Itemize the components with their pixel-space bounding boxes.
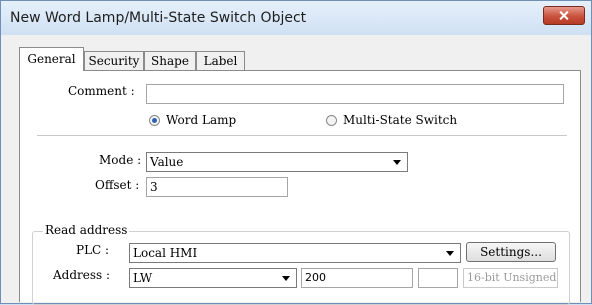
- address-index-input[interactable]: [418, 268, 458, 288]
- dialog-body: General Security Shape Label Comment : W…: [9, 35, 583, 305]
- close-icon[interactable]: [543, 6, 585, 25]
- mode-select[interactable]: Value: [146, 152, 408, 172]
- offset-label: Offset :: [95, 178, 140, 192]
- word-lamp-label[interactable]: Word Lamp: [166, 113, 236, 127]
- separator: [37, 135, 567, 136]
- tab-general[interactable]: General: [19, 47, 84, 71]
- chevron-down-icon: [393, 160, 401, 165]
- general-panel: Comment : Word Lamp Multi-State Switch M…: [19, 70, 581, 305]
- window-title: New Word Lamp/Multi-State Switch Object: [10, 10, 307, 26]
- read-address-group: Read address PLC : Local HMI Settings...…: [32, 223, 570, 305]
- comment-label: Comment :: [68, 84, 135, 98]
- plc-value: Local HMI: [133, 246, 198, 260]
- address-label: Address :: [53, 268, 111, 282]
- tab-shape[interactable]: Shape: [144, 51, 196, 70]
- tab-security[interactable]: Security: [84, 51, 144, 70]
- plc-label: PLC :: [76, 243, 110, 257]
- chevron-down-icon: [446, 251, 454, 256]
- multi-state-switch-label[interactable]: Multi-State Switch: [343, 113, 457, 127]
- title-bar: New Word Lamp/Multi-State Switch Object: [1, 1, 591, 35]
- mode-label: Mode :: [99, 153, 142, 167]
- word-lamp-radio[interactable]: [149, 115, 160, 126]
- offset-input[interactable]: 3: [146, 177, 288, 197]
- chevron-down-icon: [282, 276, 290, 281]
- address-device-select[interactable]: LW: [129, 268, 297, 288]
- comment-input[interactable]: [146, 84, 564, 104]
- address-value-input[interactable]: 200: [301, 268, 413, 288]
- tab-label[interactable]: Label: [196, 51, 245, 70]
- address-device-value: LW: [133, 271, 153, 285]
- multi-state-switch-radio[interactable]: [326, 115, 337, 126]
- mode-value: Value: [150, 155, 184, 169]
- dialog-window: New Word Lamp/Multi-State Switch Object …: [0, 0, 592, 305]
- data-format-field: 16-bit Unsigned: [463, 268, 558, 288]
- settings-button[interactable]: Settings...: [466, 242, 556, 262]
- read-address-legend: Read address: [43, 223, 130, 237]
- plc-select[interactable]: Local HMI: [129, 243, 461, 263]
